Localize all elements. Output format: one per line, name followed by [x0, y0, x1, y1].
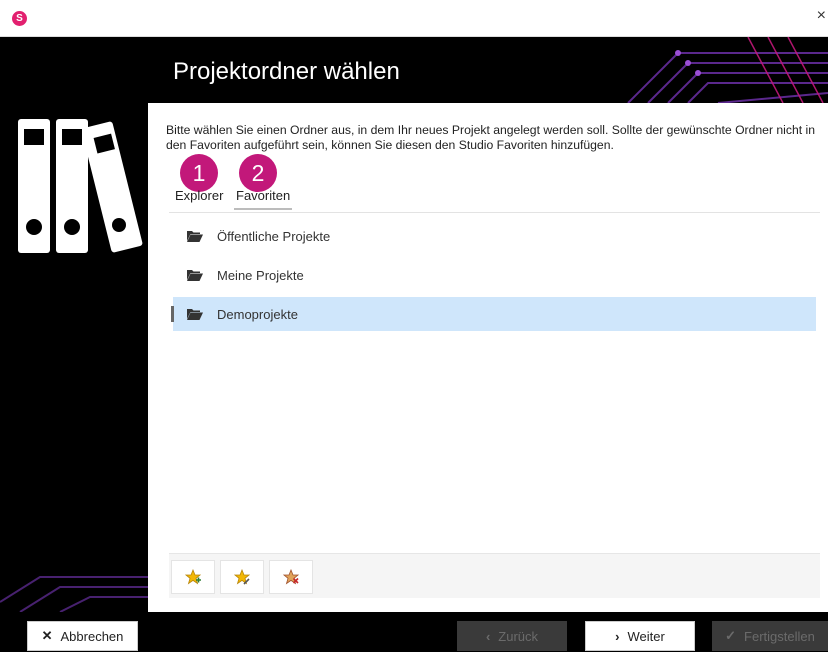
edit-favorite-button[interactable] [220, 560, 264, 594]
favorites-list: Öffentliche Projekte Meine Projekte Demo… [169, 212, 820, 551]
instructions-text: Bitte wählen Sie einen Ordner aus, in de… [166, 123, 816, 152]
list-item-meine-projekte[interactable]: Meine Projekte [173, 258, 816, 292]
tab-explorer[interactable]: Explorer [175, 188, 223, 208]
wizard-side-panel [0, 37, 148, 612]
folder-open-icon [181, 269, 209, 281]
folder-open-icon [181, 230, 209, 242]
cancel-button[interactable]: ✕ Abbrechen [27, 621, 138, 651]
window-titlebar: S × [0, 0, 828, 37]
circuit-decoration [0, 576, 148, 612]
star-remove-icon [283, 569, 299, 585]
chevron-left-icon: ‹ [485, 628, 491, 644]
page-title: Projektordner wählen [173, 58, 400, 85]
tab-favoriten[interactable]: Favoriten [234, 188, 293, 210]
finish-button[interactable]: ✓ Fertigstellen [712, 621, 828, 651]
checkmark-icon: ✓ [725, 628, 737, 643]
app-logo-icon: S [12, 11, 27, 26]
callout-badge-2: 2 [239, 154, 277, 192]
list-item-oeffentliche-projekte[interactable]: Öffentliche Projekte [173, 219, 816, 253]
list-item-label: Meine Projekte [217, 267, 304, 283]
close-icon: ✕ [41, 628, 53, 643]
list-item-label: Öffentliche Projekte [217, 228, 331, 244]
chevron-right-icon: › [615, 628, 620, 644]
next-button[interactable]: › Weiter [585, 621, 695, 651]
back-button[interactable]: ‹ Zurück [457, 621, 567, 651]
star-add-icon [185, 569, 201, 585]
callout-badge-1: 1 [180, 154, 218, 192]
binders-icon [18, 119, 143, 253]
add-favorite-button[interactable] [171, 560, 215, 594]
list-item-label: Demoprojekte [217, 306, 298, 322]
star-edit-icon [234, 569, 250, 585]
circuit-decoration [627, 37, 828, 103]
folder-open-icon [181, 308, 209, 320]
remove-favorite-button[interactable] [269, 560, 313, 594]
favorites-toolbar [169, 553, 820, 598]
list-item-demoprojekte[interactable]: Demoprojekte [171, 297, 816, 331]
close-window-button[interactable]: × [817, 8, 826, 24]
selection-indicator [171, 306, 174, 322]
